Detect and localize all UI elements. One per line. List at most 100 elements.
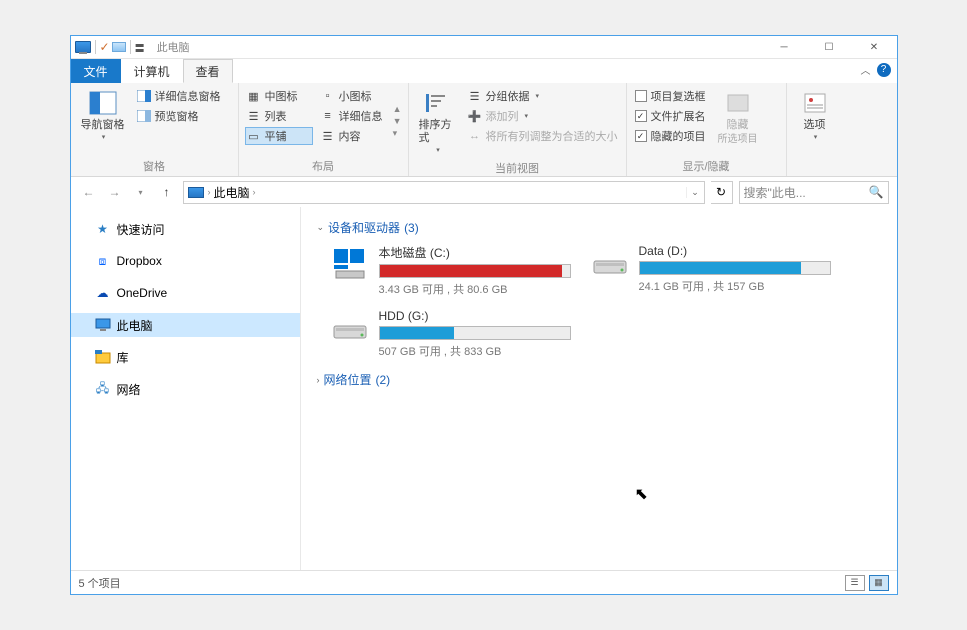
- hide-icon: [723, 89, 753, 117]
- sort-by-button[interactable]: 排序方式: [415, 87, 460, 158]
- tiles-icon: ▭: [247, 129, 261, 143]
- drive-icon: [331, 309, 369, 347]
- ribbon-group-options: 选项: [787, 83, 843, 176]
- fit-columns-icon: ↔: [468, 129, 482, 143]
- preview-pane-icon: [137, 109, 151, 123]
- ribbon-group-layout: ▦中图标 ☰列表 ▭平铺 ▫小图标 ≡详细信息 ☰内容 ▲ ▼ ▾ 布局: [239, 83, 409, 176]
- options-button[interactable]: 选项: [796, 87, 834, 160]
- qat-dropdown-icon[interactable]: 〓: [135, 40, 145, 55]
- drive-usage-bar: [379, 264, 571, 278]
- fit-columns-button[interactable]: ↔将所有列调整为合适的大小: [466, 127, 620, 145]
- drive-icon: [331, 244, 369, 282]
- sidebar-item-quick-access[interactable]: ★快速访问: [71, 217, 300, 241]
- breadcrumb-this-pc[interactable]: 此电脑: [214, 184, 250, 201]
- sort-icon: [422, 89, 452, 117]
- explorer-body: ★快速访问 ⧈Dropbox ☁OneDrive 此电脑 库 🖧网络 ⌄ 设备和…: [71, 207, 897, 570]
- content-icon: ☰: [321, 129, 335, 143]
- item-checkbox-toggle[interactable]: 项目复选框: [633, 87, 708, 105]
- star-icon: ★: [95, 221, 111, 237]
- back-button[interactable]: ←: [79, 182, 99, 202]
- nav-pane-button[interactable]: 导航窗格: [77, 87, 129, 156]
- layout-scroll-down[interactable]: ▼: [393, 116, 402, 126]
- details-icon: ≡: [321, 109, 335, 123]
- app-icon: [75, 41, 91, 53]
- group-by-button[interactable]: ☰分组依据: [466, 87, 620, 105]
- layout-medium-icons[interactable]: ▦中图标: [245, 87, 313, 105]
- ribbon-group-show-hide: 项目复选框 文件扩展名 隐藏的项目 隐藏 所选项目 显示/隐藏: [627, 83, 787, 176]
- drive-free-text: 24.1 GB 可用 , 共 157 GB: [639, 278, 831, 294]
- chevron-down-icon: ⌄: [317, 222, 325, 233]
- separator: [95, 40, 96, 54]
- search-input[interactable]: 搜索"此电... 🔍: [739, 181, 889, 204]
- drive-item[interactable]: Data (D:)24.1 GB 可用 , 共 157 GB: [591, 244, 831, 297]
- layout-scroll-more[interactable]: ▾: [393, 128, 402, 139]
- layout-small-icons[interactable]: ▫小图标: [319, 87, 387, 105]
- group-label-show-hide: 显示/隐藏: [633, 156, 780, 174]
- add-column-icon: ➕: [468, 109, 482, 123]
- sidebar-item-this-pc[interactable]: 此电脑: [71, 313, 300, 337]
- group-label-panes: 窗格: [77, 156, 232, 174]
- ribbon: 导航窗格 详细信息窗格 预览窗格 窗格 ▦中图标: [71, 83, 897, 177]
- nav-pane-label: 导航窗格: [81, 119, 125, 132]
- tab-view[interactable]: 查看: [183, 59, 233, 83]
- hide-selected-button[interactable]: 隐藏 所选项目: [714, 87, 762, 156]
- sidebar-item-libraries[interactable]: 库: [71, 345, 300, 369]
- network-icon: 🖧: [95, 381, 111, 397]
- ribbon-tabs: 文件 计算机 查看 ︿ ?: [71, 59, 897, 83]
- drive-item[interactable]: HDD (G:)507 GB 可用 , 共 833 GB: [331, 309, 571, 359]
- sidebar-item-onedrive[interactable]: ☁OneDrive: [71, 281, 300, 305]
- close-button[interactable]: ✕: [852, 36, 897, 58]
- sidebar-item-network[interactable]: 🖧网络: [71, 377, 300, 401]
- search-icon: 🔍: [869, 185, 884, 199]
- separator: [130, 40, 131, 54]
- layout-content[interactable]: ☰内容: [319, 127, 387, 145]
- nav-pane-icon: [88, 89, 118, 117]
- navigation-toolbar: ← → ▾ ↑ › 此电脑› ⌄ ↻ 搜索"此电... 🔍: [71, 177, 897, 207]
- drive-name: 本地磁盘 (C:): [379, 244, 571, 261]
- help-icon[interactable]: ?: [877, 63, 891, 77]
- libraries-icon: [95, 349, 111, 365]
- history-dropdown[interactable]: ▾: [131, 182, 151, 202]
- add-column-button[interactable]: ➕添加列: [466, 107, 620, 125]
- drive-item[interactable]: 本地磁盘 (C:) 3.43 GB 可用 , 共 80.6 GB: [331, 244, 571, 297]
- status-item-count: 5 个项目: [79, 575, 121, 591]
- group-header-network[interactable]: › 网络位置 (2): [317, 371, 885, 388]
- folder-icon[interactable]: [112, 42, 126, 52]
- refresh-button[interactable]: ↻: [711, 181, 733, 204]
- layout-list[interactable]: ☰列表: [245, 107, 313, 125]
- address-bar[interactable]: › 此电脑› ⌄: [183, 181, 705, 204]
- medium-icons-icon: ▦: [247, 89, 261, 103]
- tab-computer[interactable]: 计算机: [121, 59, 183, 83]
- properties-icon[interactable]: ✓: [100, 40, 110, 54]
- group-by-icon: ☰: [468, 89, 482, 103]
- pc-icon: [95, 317, 111, 333]
- dropbox-icon: ⧈: [95, 253, 111, 269]
- minimize-button[interactable]: ─: [762, 36, 807, 58]
- window-buttons: ─ ☐ ✕: [762, 36, 897, 58]
- drive-free-text: 507 GB 可用 , 共 833 GB: [379, 343, 571, 359]
- detail-pane-button[interactable]: 详细信息窗格: [135, 87, 223, 105]
- checkbox-icon: [635, 130, 647, 142]
- window-title: 此电脑: [157, 39, 190, 55]
- layout-scroll-up[interactable]: ▲: [393, 104, 402, 114]
- sidebar-item-dropbox[interactable]: ⧈Dropbox: [71, 249, 300, 273]
- layout-details[interactable]: ≡详细信息: [319, 107, 387, 125]
- drive-usage-bar: [379, 326, 571, 340]
- forward-button[interactable]: →: [105, 182, 125, 202]
- hidden-items-toggle[interactable]: 隐藏的项目: [633, 127, 708, 145]
- file-ext-toggle[interactable]: 文件扩展名: [633, 107, 708, 125]
- quick-access-toolbar: ✓ 〓: [71, 40, 149, 55]
- layout-tiles[interactable]: ▭平铺: [245, 127, 313, 145]
- tab-file[interactable]: 文件: [71, 59, 121, 83]
- small-icons-icon: ▫: [321, 89, 335, 103]
- status-bar: 5 个项目 ☰ ▦: [71, 570, 897, 594]
- drive-free-text: 3.43 GB 可用 , 共 80.6 GB: [379, 281, 571, 297]
- view-details-button[interactable]: ☰: [845, 575, 865, 591]
- group-header-drives[interactable]: ⌄ 设备和驱动器 (3): [317, 219, 885, 236]
- address-dropdown[interactable]: ⌄: [686, 187, 704, 198]
- preview-pane-button[interactable]: 预览窗格: [135, 107, 223, 125]
- view-tiles-button[interactable]: ▦: [869, 575, 889, 591]
- collapse-ribbon-icon[interactable]: ︿: [861, 62, 871, 77]
- up-button[interactable]: ↑: [157, 182, 177, 202]
- maximize-button[interactable]: ☐: [807, 36, 852, 58]
